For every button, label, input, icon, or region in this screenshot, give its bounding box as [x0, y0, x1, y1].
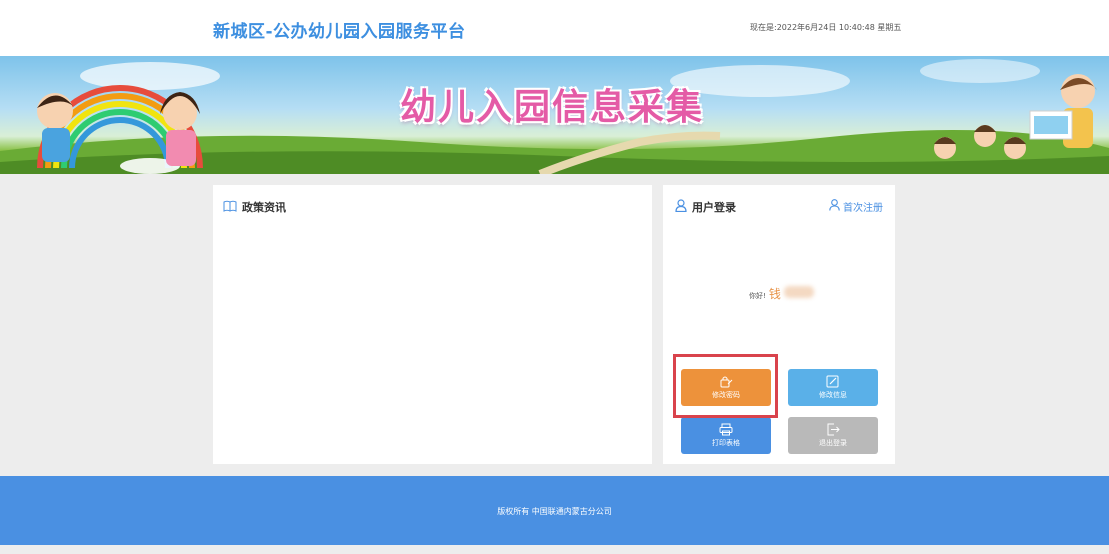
copyright-text: 版权所有 中国联通内蒙古分公司	[497, 507, 612, 516]
top-header: 新城区-公办幼儿园入园服务平台 现在是:2022年6月24日 10:40:48 …	[0, 0, 1109, 56]
user-outline-icon	[829, 199, 840, 214]
logout-icon	[826, 423, 840, 436]
current-datetime: 现在是:2022年6月24日 10:40:48 星期五	[750, 23, 902, 32]
print-form-label: 打印表格	[712, 439, 740, 447]
banner-title: 幼儿入园信息采集	[400, 87, 705, 128]
policy-news-header: 政策资讯	[223, 199, 286, 215]
user-login-panel: 用户登录 首次注册 你好! 钱 修改密码 修改信息 打印表格 退出登录	[663, 185, 895, 464]
user-login-title: 用户登录	[692, 201, 736, 214]
policy-news-panel: 政策资讯	[213, 185, 652, 464]
edit-info-label: 修改信息	[819, 391, 847, 399]
first-register-label: 首次注册	[843, 203, 883, 214]
greeting-label: 你好!	[749, 292, 766, 300]
edit-info-button[interactable]: 修改信息	[788, 369, 878, 406]
user-login-header: 用户登录	[675, 199, 736, 215]
user-greeting: 你好! 钱	[749, 285, 814, 302]
user-name: 钱	[768, 287, 781, 301]
footer: 版权所有 中国联通内蒙古分公司	[0, 476, 1109, 545]
printer-icon	[719, 423, 733, 436]
change-password-label: 修改密码	[712, 391, 740, 399]
first-register-link[interactable]: 首次注册	[829, 199, 883, 214]
edit-icon	[826, 375, 840, 388]
logout-label: 退出登录	[819, 439, 847, 447]
logout-button[interactable]: 退出登录	[788, 417, 878, 454]
site-title: 新城区-公办幼儿园入园服务平台	[213, 22, 466, 42]
policy-news-title: 政策资讯	[242, 201, 286, 214]
change-password-button[interactable]: 修改密码	[681, 369, 771, 406]
lock-edit-icon	[719, 375, 733, 388]
print-form-button[interactable]: 打印表格	[681, 417, 771, 454]
book-icon	[223, 200, 237, 215]
user-icon	[675, 199, 687, 215]
redacted-name-blur	[783, 286, 814, 298]
banner: 幼儿入园信息采集	[0, 56, 1109, 174]
